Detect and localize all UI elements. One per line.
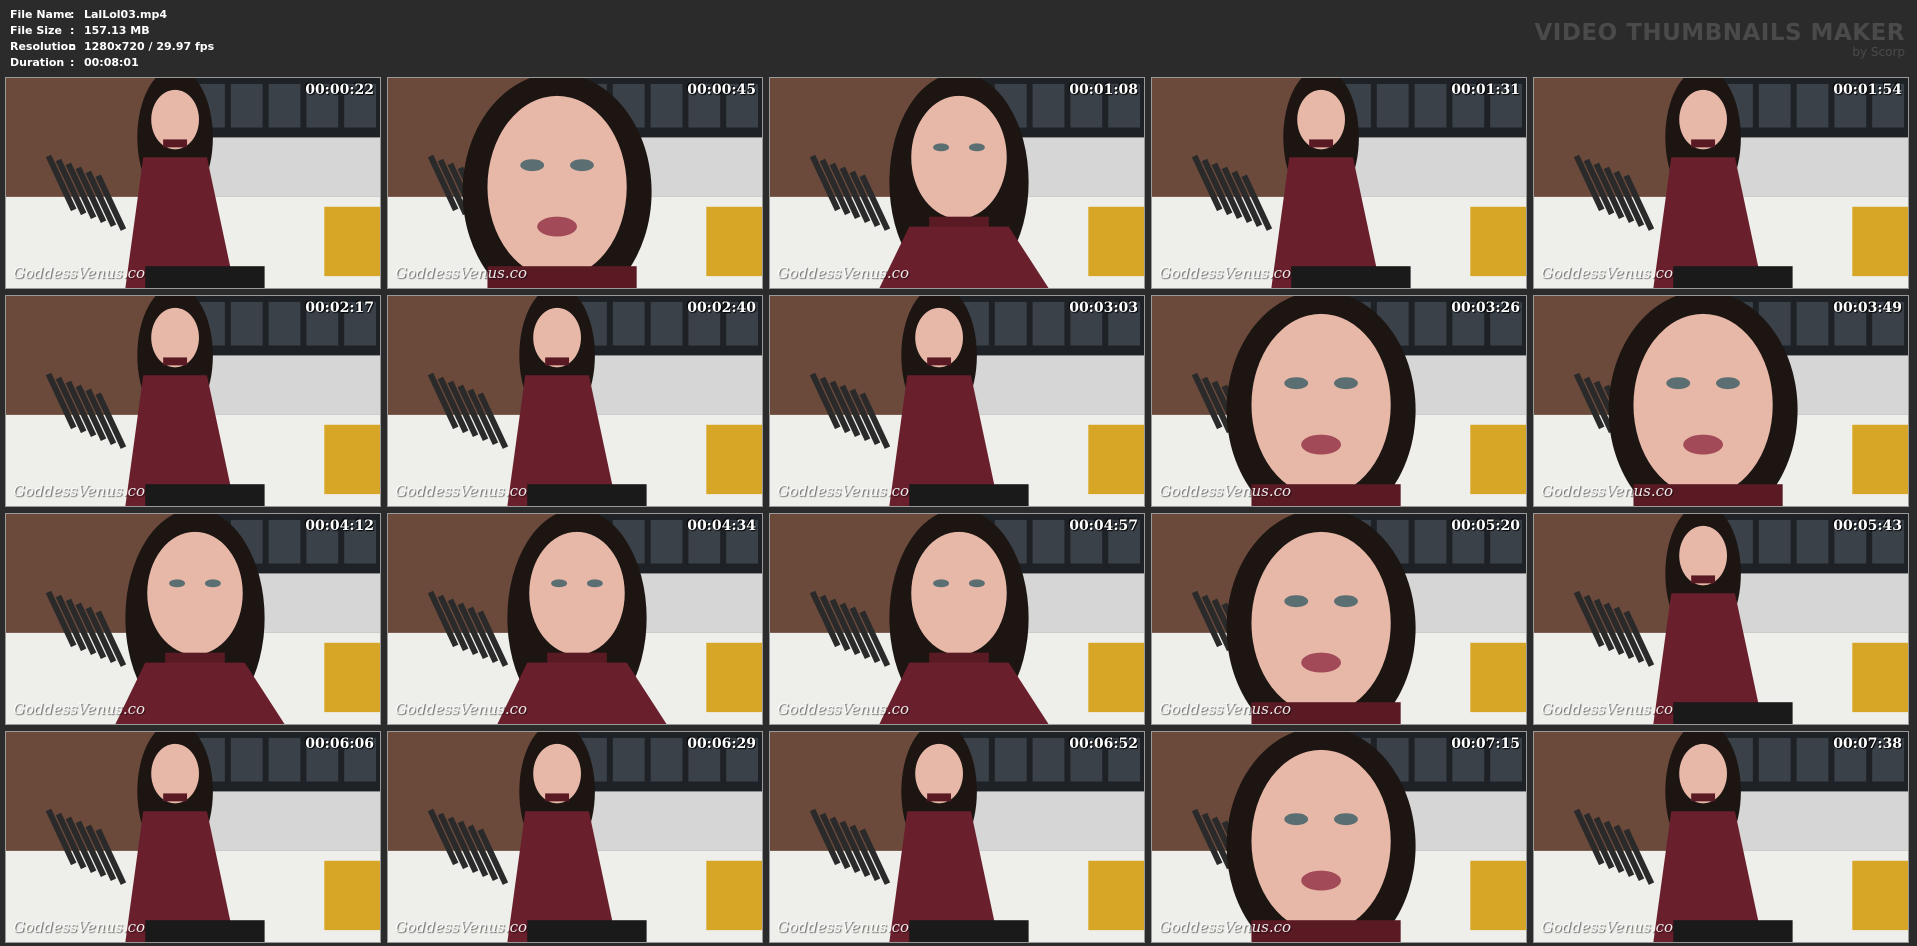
frame-timestamp: 00:02:40 bbox=[687, 300, 756, 316]
frame-watermark: GoddessVenus.co bbox=[13, 264, 146, 282]
frame-timestamp: 00:00:45 bbox=[687, 82, 756, 98]
thumbnail-frame: 00:06:29 GoddessVenus.co bbox=[387, 731, 763, 943]
frame-watermark: GoddessVenus.co bbox=[395, 482, 528, 500]
frame-timestamp: 00:02:17 bbox=[305, 300, 374, 316]
info-key: Resolution bbox=[10, 40, 77, 53]
thumbnail-frame: 00:03:49 GoddessVenus.co bbox=[1533, 295, 1909, 507]
thumbnail-frame: 00:01:08 GoddessVenus.co bbox=[769, 77, 1145, 289]
frame-timestamp: 00:04:57 bbox=[1069, 518, 1138, 534]
thumbnail-frame: 00:04:57 GoddessVenus.co bbox=[769, 513, 1145, 725]
frame-watermark: GoddessVenus.co bbox=[1541, 918, 1674, 936]
frame-watermark: GoddessVenus.co bbox=[1159, 482, 1292, 500]
thumbnail-frame: 00:04:12 GoddessVenus.co bbox=[5, 513, 381, 725]
frame-watermark: GoddessVenus.co bbox=[395, 700, 528, 718]
frame-watermark: GoddessVenus.co bbox=[777, 700, 910, 718]
frame-watermark: GoddessVenus.co bbox=[1159, 700, 1292, 718]
header: File Name : LalLol03.mp4 File Size : 157… bbox=[0, 0, 1917, 75]
frame-timestamp: 00:01:54 bbox=[1833, 82, 1902, 98]
frame-watermark: GoddessVenus.co bbox=[1541, 264, 1674, 282]
info-key: File Size bbox=[10, 24, 62, 37]
frame-timestamp: 00:07:38 bbox=[1833, 736, 1902, 752]
info-sep: : bbox=[70, 56, 75, 69]
brand-logo: VIDEO THUMBNAILS MAKER by Scorp bbox=[1534, 20, 1905, 58]
brand-title: VIDEO THUMBNAILS MAKER bbox=[1534, 20, 1905, 46]
thumbnail-frame: 00:07:38 GoddessVenus.co bbox=[1533, 731, 1909, 943]
frame-watermark: GoddessVenus.co bbox=[777, 482, 910, 500]
frame-watermark: GoddessVenus.co bbox=[395, 918, 528, 936]
frame-timestamp: 00:07:15 bbox=[1451, 736, 1520, 752]
info-value: 1280x720 / 29.97 fps bbox=[84, 40, 215, 53]
frame-timestamp: 00:04:34 bbox=[687, 518, 756, 534]
info-key: File Name bbox=[10, 8, 72, 21]
thumbnail-frame: 00:02:40 GoddessVenus.co bbox=[387, 295, 763, 507]
frame-timestamp: 00:04:12 bbox=[305, 518, 374, 534]
info-sep: : bbox=[70, 8, 75, 21]
frame-timestamp: 00:06:29 bbox=[687, 736, 756, 752]
frame-timestamp: 00:03:49 bbox=[1833, 300, 1902, 316]
info-value: 157.13 MB bbox=[84, 24, 150, 37]
frame-watermark: GoddessVenus.co bbox=[13, 482, 146, 500]
thumbnail-frame: 00:05:43 GoddessVenus.co bbox=[1533, 513, 1909, 725]
brand-subtitle: by Scorp bbox=[1852, 45, 1905, 59]
info-sep: : bbox=[70, 40, 75, 53]
thumbnail-frame: 00:02:17 GoddessVenus.co bbox=[5, 295, 381, 507]
frame-watermark: GoddessVenus.co bbox=[1541, 700, 1674, 718]
frame-timestamp: 00:06:06 bbox=[305, 736, 374, 752]
frame-watermark: GoddessVenus.co bbox=[395, 264, 528, 282]
frame-watermark: GoddessVenus.co bbox=[1159, 264, 1292, 282]
frame-timestamp: 00:03:26 bbox=[1451, 300, 1520, 316]
frame-timestamp: 00:06:52 bbox=[1069, 736, 1138, 752]
frame-watermark: GoddessVenus.co bbox=[1541, 482, 1674, 500]
info-value: LalLol03.mp4 bbox=[84, 8, 168, 21]
info-key: Duration bbox=[10, 56, 65, 69]
info-row-filename: File Name : LalLol03.mp4 bbox=[10, 7, 214, 23]
thumbnail-frame: 00:01:31 GoddessVenus.co bbox=[1151, 77, 1527, 289]
thumbnail-frame: 00:04:34 GoddessVenus.co bbox=[387, 513, 763, 725]
frame-timestamp: 00:01:31 bbox=[1451, 82, 1520, 98]
thumbnail-frame: 00:00:45 GoddessVenus.co bbox=[387, 77, 763, 289]
thumbnail-frame: 00:06:52 GoddessVenus.co bbox=[769, 731, 1145, 943]
frame-timestamp: 00:05:43 bbox=[1833, 518, 1902, 534]
info-value: 00:08:01 bbox=[84, 56, 139, 69]
frame-timestamp: 00:01:08 bbox=[1069, 82, 1138, 98]
info-sep: : bbox=[70, 24, 75, 37]
thumbnail-frame: 00:03:26 GoddessVenus.co bbox=[1151, 295, 1527, 507]
thumbnail-frame: 00:01:54 GoddessVenus.co bbox=[1533, 77, 1909, 289]
frame-watermark: GoddessVenus.co bbox=[13, 918, 146, 936]
frame-watermark: GoddessVenus.co bbox=[777, 918, 910, 936]
frame-timestamp: 00:05:20 bbox=[1451, 518, 1520, 534]
frame-watermark: GoddessVenus.co bbox=[13, 700, 146, 718]
info-row-resolution: Resolution : 1280x720 / 29.97 fps bbox=[10, 39, 214, 55]
info-row-duration: Duration : 00:08:01 bbox=[10, 55, 214, 71]
frame-watermark: GoddessVenus.co bbox=[777, 264, 910, 282]
file-info: File Name : LalLol03.mp4 File Size : 157… bbox=[10, 7, 214, 71]
thumbnail-frame: 00:06:06 GoddessVenus.co bbox=[5, 731, 381, 943]
thumbnail-frame: 00:05:20 GoddessVenus.co bbox=[1151, 513, 1527, 725]
frame-watermark: GoddessVenus.co bbox=[1159, 918, 1292, 936]
frame-timestamp: 00:03:03 bbox=[1069, 300, 1138, 316]
frame-timestamp: 00:00:22 bbox=[305, 82, 374, 98]
thumbnail-frame: 00:07:15 GoddessVenus.co bbox=[1151, 731, 1527, 943]
thumbnail-frame: 00:00:22 GoddessVenus.co bbox=[5, 77, 381, 289]
thumbnail-frame: 00:03:03 GoddessVenus.co bbox=[769, 295, 1145, 507]
info-row-filesize: File Size : 157.13 MB bbox=[10, 23, 214, 39]
